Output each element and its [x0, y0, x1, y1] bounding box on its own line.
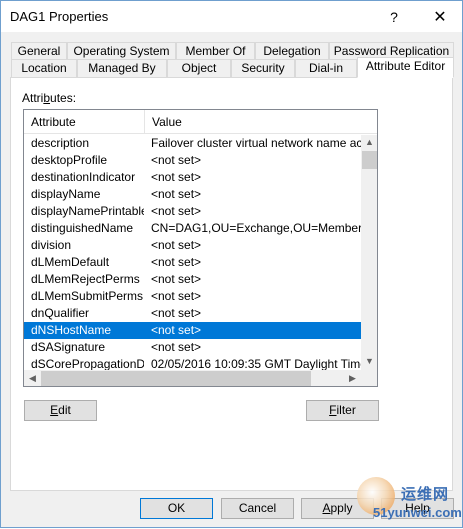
attribute-name: displayNamePrintable — [31, 204, 144, 218]
attribute-value: <not set> — [151, 238, 202, 252]
column-header-attribute[interactable]: Attribute — [24, 110, 145, 134]
vertical-scrollbar[interactable]: ▲ ▼ — [361, 135, 377, 370]
scroll-left-icon[interactable]: ◀ — [24, 373, 41, 384]
attribute-value: <not set> — [151, 306, 202, 320]
close-button[interactable]: ✕ — [417, 1, 463, 32]
watermark-text-1: 运维网 — [401, 486, 450, 503]
window-title: DAG1 Properties — [10, 9, 109, 24]
list-item[interactable]: distinguishedName CN=DAG1,OU=Exchange,OU=… — [24, 220, 361, 237]
horizontal-scroll-thumb[interactable] — [41, 371, 311, 386]
list-item[interactable]: desktopProfile <not set> — [24, 152, 361, 169]
attribute-name: dSCorePropagationD... — [31, 357, 144, 370]
scroll-right-icon[interactable]: ▶ — [344, 373, 361, 384]
attribute-value: <not set> — [151, 340, 202, 354]
attribute-name: destinationIndicator — [31, 170, 136, 184]
title-bar: DAG1 Properties ? ✕ — [1, 1, 462, 32]
scroll-corner — [361, 370, 377, 386]
tab-object[interactable]: Object — [167, 59, 231, 78]
tab-dial-in[interactable]: Dial-in — [295, 59, 357, 78]
attribute-value: <not set> — [151, 187, 202, 201]
tab-security[interactable]: Security — [231, 59, 295, 78]
watermark-logo: 运维网 51yunwei.com — [353, 469, 463, 529]
scroll-down-icon[interactable]: ▼ — [361, 356, 377, 366]
attribute-value: <not set> — [151, 272, 202, 286]
watermark-text-2: 51yunwei.com — [373, 505, 462, 520]
attribute-name: distinguishedName — [31, 221, 134, 235]
attribute-value: <not set> — [151, 255, 202, 269]
attribute-value: <not set> — [151, 323, 202, 337]
attribute-value: Failover cluster virtual network name ac… — [151, 136, 361, 150]
vertical-scroll-thumb[interactable] — [362, 151, 377, 169]
list-item[interactable]: dLMemDefault <not set> — [24, 254, 361, 271]
ok-button[interactable]: OK — [140, 498, 213, 519]
properties-dialog: DAG1 Properties ? ✕ General Operating Sy… — [0, 0, 463, 528]
attribute-name: dLMemSubmitPerms — [31, 289, 144, 303]
attributes-list[interactable]: Attribute Value description Failover clus… — [23, 109, 378, 387]
tab-location[interactable]: Location — [11, 59, 77, 78]
question-icon: ? — [390, 8, 398, 25]
attribute-name: desktopProfile — [31, 153, 108, 167]
cancel-button[interactable]: Cancel — [221, 498, 294, 519]
attribute-value: 02/05/2016 10:09:35 GMT Daylight Time; 0… — [151, 357, 361, 370]
horizontal-scrollbar[interactable]: ◀ ▶ — [24, 370, 361, 386]
list-item[interactable]: dLMemRejectPerms <not set> — [24, 271, 361, 288]
attributes-label: Attributes: — [22, 91, 77, 105]
attribute-value: <not set> — [151, 153, 202, 167]
list-item[interactable]: dLMemSubmitPerms <not set> — [24, 288, 361, 305]
list-item[interactable]: dSCorePropagationD... 02/05/2016 10:09:35… — [24, 356, 361, 370]
list-item[interactable]: displayNamePrintable <not set> — [24, 203, 361, 220]
attribute-value: <not set> — [151, 289, 202, 303]
list-item[interactable]: dnQualifier <not set> — [24, 305, 361, 322]
attribute-name: dNSHostName — [31, 323, 112, 337]
filter-button[interactable]: Filter — [306, 400, 379, 421]
attribute-name: description — [31, 136, 90, 150]
attribute-value: <not set> — [151, 204, 202, 218]
list-item[interactable]: destinationIndicator <not set> — [24, 169, 361, 186]
list-item[interactable]: displayName <not set> — [24, 186, 361, 203]
attribute-value: <not set> — [151, 170, 202, 184]
help-title-button[interactable]: ? — [371, 1, 417, 32]
scroll-up-icon[interactable]: ▲ — [361, 137, 377, 147]
list-item[interactable]: division <not set> — [24, 237, 361, 254]
column-header-value[interactable]: Value — [145, 110, 359, 134]
attribute-name: dLMemRejectPerms — [31, 272, 140, 286]
close-icon: ✕ — [433, 8, 447, 26]
attribute-name: displayName — [31, 187, 101, 201]
edit-button[interactable]: Edit — [24, 400, 97, 421]
attribute-name: dLMemDefault — [31, 255, 110, 269]
list-item[interactable]: dNSHostName <not set> — [24, 322, 361, 339]
list-item[interactable]: description Failover cluster virtual netw… — [24, 135, 361, 152]
tab-attribute-editor[interactable]: Attribute Editor — [357, 57, 454, 78]
attribute-value: CN=DAG1,OU=Exchange,OU=Member Servers — [151, 221, 361, 235]
tab-managed-by[interactable]: Managed By — [77, 59, 167, 78]
list-header: Attribute Value — [24, 110, 377, 134]
attribute-name: dSASignature — [31, 340, 106, 354]
list-rows: description Failover cluster virtual netw… — [24, 135, 361, 370]
attribute-name: division — [31, 238, 72, 252]
attribute-name: dnQualifier — [31, 306, 90, 320]
list-item[interactable]: dSASignature <not set> — [24, 339, 361, 356]
